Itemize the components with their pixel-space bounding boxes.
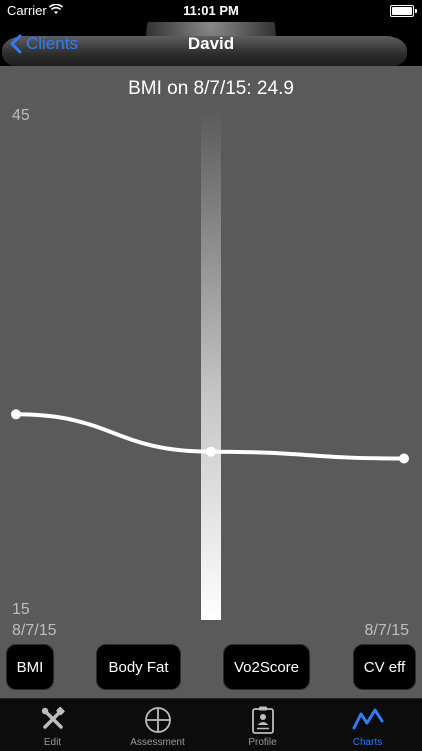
bmi-button[interactable]: BMI <box>6 644 54 690</box>
tab-edit-label: Edit <box>43 737 62 748</box>
x-label-start: 8/7/15 <box>12 622 57 639</box>
profile-card-icon <box>251 706 274 734</box>
vo2score-button[interactable]: Vo2Score <box>223 644 310 690</box>
tab-bar: Edit Assessment Profile Charts <box>0 698 422 751</box>
status-bar: Carrier 11:01 PM <box>0 0 422 22</box>
data-point-1[interactable] <box>206 446 216 457</box>
tab-profile[interactable]: Profile <box>210 699 315 751</box>
tab-profile-label: Profile <box>248 737 277 748</box>
tab-charts[interactable]: Charts <box>315 699 420 751</box>
bmi-chart[interactable]: BMI on 8/7/15: 24.9 45 15 8/7/15 8/7/15 <box>0 66 422 698</box>
battery-icon <box>390 5 417 17</box>
cv-eff-button[interactable]: CV eff <box>353 644 416 690</box>
tab-charts-label: Charts <box>352 737 383 748</box>
page-title: David <box>187 34 235 53</box>
y-tick-min: 15 <box>12 601 30 618</box>
plus-circle-icon <box>144 707 171 733</box>
data-point-2[interactable] <box>399 453 409 464</box>
tab-edit[interactable]: Edit <box>0 699 105 751</box>
tab-assessment-label: Assessment <box>130 737 185 748</box>
data-point-0[interactable] <box>11 409 21 420</box>
chart-line-icon <box>352 708 383 730</box>
chart-canvas[interactable]: BMI on 8/7/15: 24.9 45 15 8/7/15 8/7/15 <box>0 66 422 698</box>
x-label-end: 8/7/15 <box>365 622 410 639</box>
tools-icon <box>41 706 65 729</box>
y-tick-max: 45 <box>12 107 30 124</box>
chart-title: BMI on 8/7/15: 24.9 <box>128 78 294 99</box>
tab-assessment[interactable]: Assessment <box>105 699 210 751</box>
date-selector-slider[interactable] <box>201 110 221 620</box>
body-fat-button[interactable]: Body Fat <box>96 644 181 690</box>
navigation-bar: Clients David <box>0 22 422 66</box>
clock: 11:01 PM <box>183 3 239 18</box>
